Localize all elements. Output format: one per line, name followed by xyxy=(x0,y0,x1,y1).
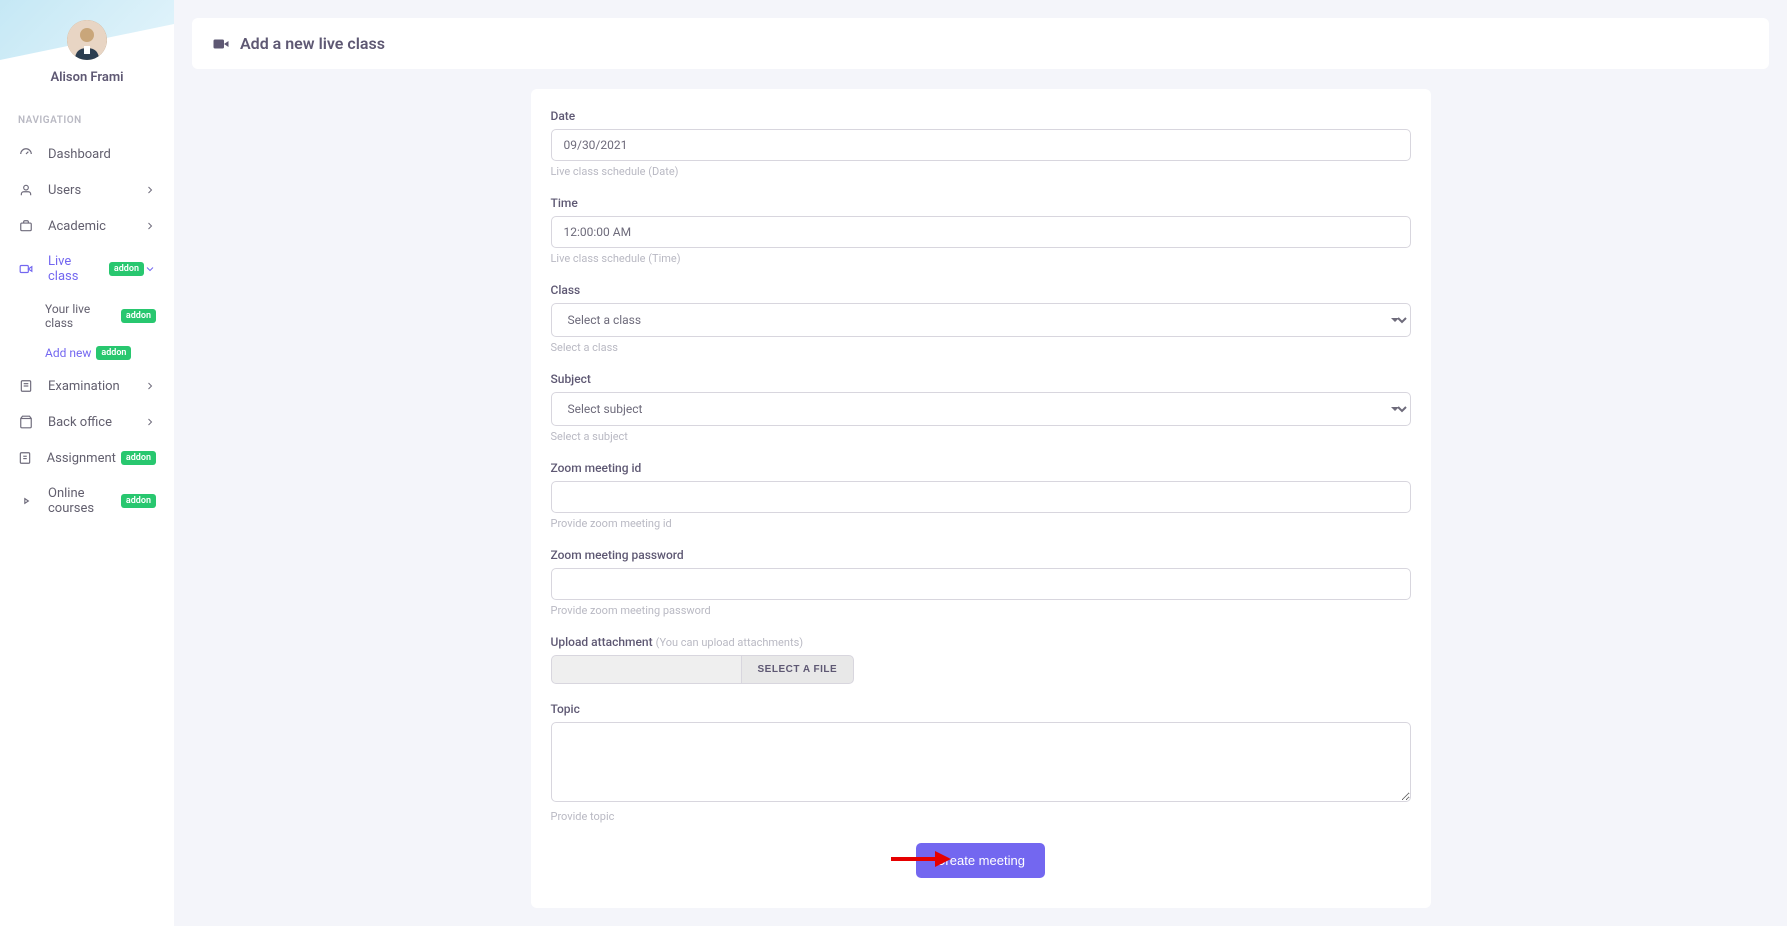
class-select[interactable]: Select a class xyxy=(551,303,1411,337)
video-icon xyxy=(18,261,34,277)
submit-row: Create meeting xyxy=(551,843,1411,878)
sidebar-header: Alison Frami xyxy=(0,0,174,95)
sidebar-item-dashboard[interactable]: Dashboard xyxy=(0,136,174,172)
class-help: Select a class xyxy=(551,341,1411,354)
users-icon xyxy=(18,182,34,198)
sidebar-item-label: Online courses xyxy=(48,486,116,516)
form-group-upload: Upload attachment (You can upload attach… xyxy=(551,635,1411,684)
subject-select[interactable]: Select subject xyxy=(551,392,1411,426)
chevron-right-icon xyxy=(144,184,156,196)
time-label: Time xyxy=(551,196,1411,210)
upload-label: Upload attachment (You can upload attach… xyxy=(551,635,1411,649)
subject-help: Select a subject xyxy=(551,430,1411,443)
form-group-zoom-pw: Zoom meeting password Provide zoom meeti… xyxy=(551,548,1411,617)
form-group-topic: Topic Provide topic xyxy=(551,702,1411,823)
select-file-button[interactable]: SELECT A FILE xyxy=(741,655,855,684)
date-input[interactable] xyxy=(551,129,1411,161)
topic-help: Provide topic xyxy=(551,810,1411,823)
zoom-pw-input[interactable] xyxy=(551,568,1411,600)
academic-icon xyxy=(18,218,34,234)
zoom-pw-label: Zoom meeting password xyxy=(551,548,1411,562)
video-camera-icon xyxy=(212,35,230,53)
form-group-date: Date Live class schedule (Date) xyxy=(551,109,1411,178)
main-content: Add a new live class Date Live class sch… xyxy=(174,0,1787,926)
form-group-subject: Subject Select subject Select a subject xyxy=(551,372,1411,443)
class-label: Class xyxy=(551,283,1411,297)
subject-label: Subject xyxy=(551,372,1411,386)
nav-section-title: NAVIGATION xyxy=(0,95,174,136)
form-group-class: Class Select a class Select a class xyxy=(551,283,1411,354)
addon-badge: addon xyxy=(109,262,144,276)
sidebar-item-online-courses[interactable]: Online courses addon xyxy=(0,476,174,526)
form-group-time: Time Live class schedule (Time) xyxy=(551,196,1411,265)
sidebar-item-assignment[interactable]: Assignment addon xyxy=(0,440,174,476)
examination-icon xyxy=(18,378,34,394)
file-upload-display xyxy=(551,655,741,684)
sidebar-item-label: Back office xyxy=(48,415,144,430)
sidebar-item-users[interactable]: Users xyxy=(0,172,174,208)
time-help: Live class schedule (Time) xyxy=(551,252,1411,265)
form-group-zoom-id: Zoom meeting id Provide zoom meeting id xyxy=(551,461,1411,530)
addon-badge: addon xyxy=(121,451,156,465)
sidebar-subitem-label: Add new xyxy=(45,346,91,360)
sidebar-item-label: Academic xyxy=(48,219,144,234)
sidebar-item-label: Users xyxy=(48,183,144,198)
topic-textarea[interactable] xyxy=(551,722,1411,802)
chevron-right-icon xyxy=(144,380,156,392)
page-header: Add a new live class xyxy=(192,18,1769,69)
online-courses-icon xyxy=(18,493,34,509)
addon-badge: addon xyxy=(96,346,131,360)
sidebar-item-label: Assignment xyxy=(47,451,116,466)
sidebar-item-label: Dashboard xyxy=(48,147,156,162)
sidebar-item-back-office[interactable]: Back office xyxy=(0,404,174,440)
zoom-id-label: Zoom meeting id xyxy=(551,461,1411,475)
topic-label: Topic xyxy=(551,702,1411,716)
zoom-pw-help: Provide zoom meeting password xyxy=(551,604,1411,617)
date-help: Live class schedule (Date) xyxy=(551,165,1411,178)
back-office-icon xyxy=(18,414,34,430)
username: Alison Frami xyxy=(10,70,164,85)
sidebar-subitem-add-new[interactable]: Add new addon xyxy=(0,338,174,368)
sidebar: Alison Frami NAVIGATION Dashboard Users … xyxy=(0,0,174,926)
sidebar-subitem-your-live-class[interactable]: Your live class addon xyxy=(0,294,174,338)
dashboard-icon xyxy=(18,146,34,162)
sidebar-item-label: Examination xyxy=(48,379,144,394)
date-label: Date xyxy=(551,109,1411,123)
sidebar-item-examination[interactable]: Examination xyxy=(0,368,174,404)
form-card: Date Live class schedule (Date) Time Liv… xyxy=(531,89,1431,908)
chevron-down-icon xyxy=(144,263,156,275)
sidebar-subitem-label: Your live class xyxy=(45,302,116,330)
time-input[interactable] xyxy=(551,216,1411,248)
sidebar-item-live-class[interactable]: Live class addon xyxy=(0,244,174,294)
create-meeting-button[interactable]: Create meeting xyxy=(916,843,1045,878)
page-title: Add a new live class xyxy=(240,34,385,53)
sidebar-item-academic[interactable]: Academic xyxy=(0,208,174,244)
avatar[interactable] xyxy=(67,20,107,60)
assignment-icon xyxy=(18,450,33,466)
addon-badge: addon xyxy=(121,309,156,323)
chevron-right-icon xyxy=(144,416,156,428)
sidebar-item-label: Live class xyxy=(48,254,104,284)
zoom-id-help: Provide zoom meeting id xyxy=(551,517,1411,530)
chevron-right-icon xyxy=(144,220,156,232)
addon-badge: addon xyxy=(121,494,156,508)
zoom-id-input[interactable] xyxy=(551,481,1411,513)
